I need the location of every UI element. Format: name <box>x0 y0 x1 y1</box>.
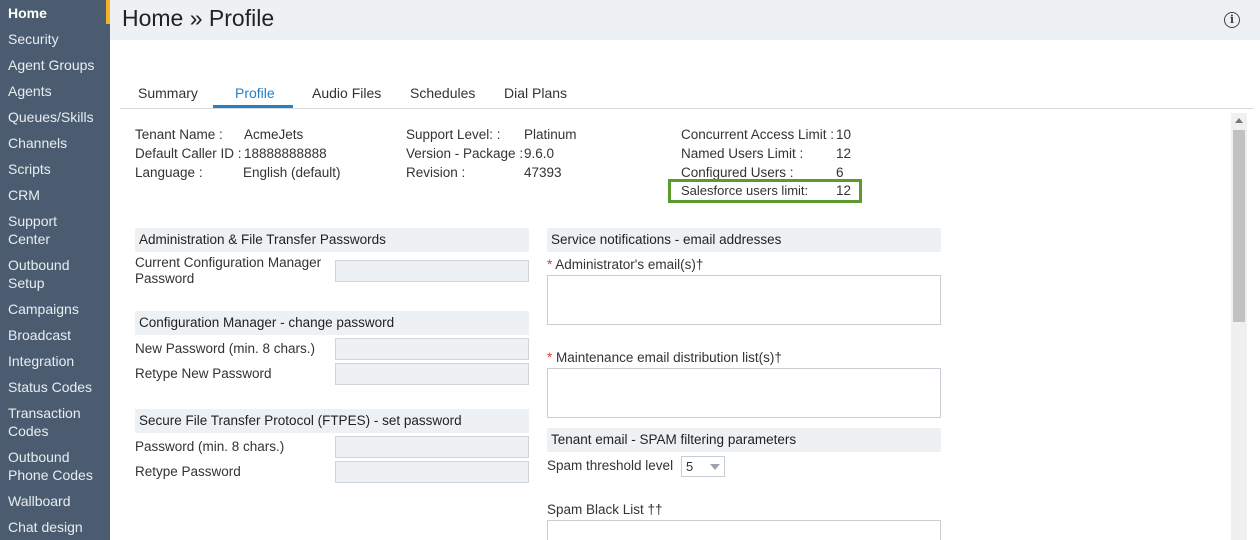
spam-header: Tenant email - SPAM filtering parameters <box>547 428 941 452</box>
sidebar-item-campaigns[interactable]: Campaigns <box>0 300 110 318</box>
tab-audio-files[interactable]: Audio Files <box>312 85 381 101</box>
sidebar-item-transaction-codes[interactable]: Transaction Codes <box>0 404 110 440</box>
tab-bar: Summary Profile Audio Files Schedules Di… <box>120 80 1254 109</box>
caller-id-value: 18888888888 <box>244 146 327 161</box>
sidebar-item-label: Outbound <box>8 449 70 465</box>
sidebar-item-queues-skills[interactable]: Queues/Skills <box>0 108 110 126</box>
admin-email-label-text: Administrator's email(s)† <box>555 257 704 272</box>
tab-dial-plans[interactable]: Dial Plans <box>504 85 567 101</box>
sidebar-item-label: Phone Codes <box>8 467 93 483</box>
admin-passwords-header: Administration & File Transfer Passwords <box>135 228 529 252</box>
tenant-name-label: Tenant Name : <box>135 127 223 142</box>
chevron-down-icon <box>710 464 720 470</box>
maintenance-email-textarea[interactable] <box>547 368 941 418</box>
language-value: English (default) <box>243 165 341 180</box>
salesforce-limit-value: 12 <box>836 183 852 198</box>
caller-id-label: Default Caller ID : <box>135 146 242 161</box>
scrollbar-thumb[interactable] <box>1233 130 1245 322</box>
concurrent-limit-value: 10 <box>836 127 852 142</box>
info-icon[interactable]: i <box>1224 12 1240 28</box>
sidebar-item-support-center[interactable]: Support Center <box>0 212 110 248</box>
revision-label: Revision : <box>406 165 466 180</box>
sidebar-item-broadcast[interactable]: Broadcast <box>0 326 110 344</box>
version-value: 9.6.0 <box>524 146 555 161</box>
revision-value: 47393 <box>524 165 562 180</box>
new-password-label: New Password (min. 8 chars.) <box>135 341 316 356</box>
retype-new-password-field[interactable] <box>335 363 529 385</box>
sidebar-item-agents[interactable]: Agents <box>0 82 110 100</box>
spam-threshold-select[interactable]: 5 <box>681 456 725 477</box>
current-password-field[interactable] <box>335 260 529 282</box>
required-mark: * <box>547 350 553 365</box>
scroll-up-icon[interactable] <box>1235 118 1243 123</box>
maintenance-email-label: * Maintenance email distribution list(s)… <box>547 350 782 365</box>
salesforce-limit-label: Salesforce users limit: <box>681 183 809 198</box>
page-title: Home » Profile <box>122 5 275 31</box>
spam-threshold-value: 5 <box>686 459 694 474</box>
support-level-label: Support Level: : <box>406 127 501 142</box>
config-manager-header: Configuration Manager - change password <box>135 311 529 335</box>
sidebar-item-security[interactable]: Security <box>0 30 110 48</box>
sidebar-item-status-codes[interactable]: Status Codes <box>0 378 110 396</box>
ftpes-retype-label: Retype Password <box>135 464 241 479</box>
sidebar-item-label: Setup <box>8 275 45 291</box>
sidebar-item-label: Codes <box>8 423 49 439</box>
notifications-header: Service notifications - email addresses <box>547 228 941 252</box>
current-password-label: Current Configuration Manager <box>135 255 322 270</box>
tenant-name-value: AcmeJets <box>244 127 304 142</box>
sidebar-item-channels[interactable]: Channels <box>0 134 110 152</box>
sidebar-item-outbound-setup[interactable]: Outbound Setup <box>0 256 110 292</box>
sidebar-item-label: Transaction <box>8 405 81 421</box>
sidebar-item-agent-groups[interactable]: Agent Groups <box>0 56 110 74</box>
sidebar-item-label: Center <box>8 231 51 247</box>
tab-summary[interactable]: Summary <box>138 85 198 101</box>
named-users-label: Named Users Limit : <box>681 146 804 161</box>
active-tab-underline <box>213 105 293 108</box>
sidebar-item-crm[interactable]: CRM <box>0 186 110 204</box>
configured-users-label: Configured Users : <box>681 165 794 180</box>
maintenance-email-label-text: Maintenance email distribution list(s)† <box>556 350 782 365</box>
tab-schedules[interactable]: Schedules <box>410 85 475 101</box>
sidebar-item-label: Support <box>8 213 58 229</box>
admin-email-label: * Administrator's email(s)† <box>547 257 703 272</box>
sidebar-item-scripts[interactable]: Scripts <box>0 160 110 178</box>
page-header: Home » Profile i <box>110 0 1260 40</box>
spam-blacklist-textarea[interactable] <box>547 520 941 540</box>
concurrent-limit-label: Concurrent Access Limit : <box>681 127 835 142</box>
sidebar-nav: Home Security Agent Groups Agents Queues… <box>0 0 110 540</box>
current-password-label-line2: Password <box>135 271 195 286</box>
configured-users-value: 6 <box>836 165 844 180</box>
sidebar-item-label: Outbound <box>8 257 70 273</box>
named-users-value: 12 <box>836 146 852 161</box>
spam-blacklist-label: Spam Black List †† <box>547 502 663 517</box>
ftpes-password-label: Password (min. 8 chars.) <box>135 439 285 454</box>
ftpes-header: Secure File Transfer Protocol (FTPES) - … <box>135 409 529 433</box>
support-level-value: Platinum <box>524 127 577 142</box>
sidebar-item-wallboard[interactable]: Wallboard <box>0 492 110 510</box>
ftpes-password-field[interactable] <box>335 436 529 458</box>
new-password-field[interactable] <box>335 338 529 360</box>
required-mark: * <box>547 257 553 272</box>
spam-threshold-label: Spam threshold level <box>547 458 674 473</box>
sidebar-item-integration[interactable]: Integration <box>0 352 110 370</box>
admin-email-textarea[interactable] <box>547 275 941 325</box>
language-label: Language : <box>135 165 203 180</box>
sidebar-item-outbound-phone-codes[interactable]: Outbound Phone Codes <box>0 448 110 484</box>
tab-profile[interactable]: Profile <box>235 85 275 101</box>
ftpes-retype-field[interactable] <box>335 461 529 483</box>
retype-new-password-label: Retype New Password <box>135 366 272 381</box>
sidebar-item-home[interactable]: Home <box>0 4 110 22</box>
version-label: Version - Package : <box>406 146 524 161</box>
sidebar-item-chat-design[interactable]: Chat design <box>0 518 110 536</box>
